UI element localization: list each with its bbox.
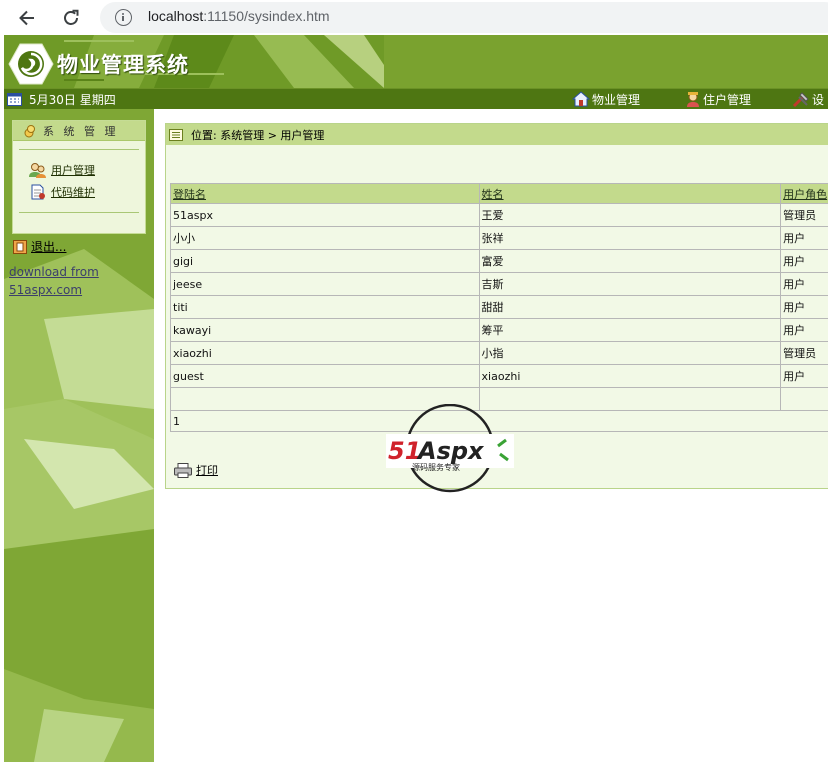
cell-role: 用户 [780,295,828,319]
table-row[interactable]: 小小 张祥 用户 [170,226,828,250]
logout-link[interactable]: 退出... [13,238,66,255]
date-display: 5月30日 星期四 [7,91,116,108]
top-nav-bar: 5月30日 星期四 物业管理 住户管理 设 [4,88,828,109]
print-link[interactable]: 打印 [174,462,218,478]
cell-name: 小指 [478,341,782,365]
calendar-icon [7,93,22,106]
cell-login: titi [170,295,480,319]
sidebar: 系 统 管 理 用户管理 代码维护 退出... download from 51… [4,109,154,762]
cell-login: guest [170,364,480,388]
cell-role: 用户 [780,226,828,250]
cell-role: 用户 [780,249,828,273]
sidebar-item-code-maintenance[interactable]: 代码维护 [13,181,145,203]
cell-login: 51aspx [170,203,480,227]
reload-button[interactable] [57,4,85,32]
panel-title: 系 统 管 理 [43,124,119,138]
info-icon[interactable] [115,9,132,26]
table-row[interactable]: titi 甜甜 用户 [170,295,828,319]
cell-role: 用户 [780,364,828,388]
table-row[interactable]: jeese 吉斯 用户 [170,272,828,296]
cell-role: 管理员 [780,203,828,227]
list-icon [169,128,183,141]
divider [19,212,139,213]
cell-name: 筹平 [478,318,782,342]
cell-name: 吉斯 [478,272,782,296]
location-text: 位置: 系统管理 > 用户管理 [191,128,325,142]
cell-login: xiaozhi [170,341,480,365]
cell-login: gigi [170,249,480,273]
coins-icon [24,124,35,137]
reload-icon [64,9,79,25]
menu-settings[interactable]: 设 [792,90,824,108]
cell-login: jeese [170,272,480,296]
cell-login: 小小 [170,226,480,250]
watermark-brand-dark: Aspx [416,437,485,465]
breadcrumb: 位置: 系统管理 > 用户管理 [166,124,828,145]
table-header-row: 登陆名 姓名 用户角色 [170,183,828,204]
watermark-tagline: 源码服务专家 [412,462,460,472]
user-table: 登陆名 姓名 用户角色 51aspx 王爱 管理员 小小 张祥 用户 gigi … [170,183,828,432]
sidebar-item-user-management[interactable]: 用户管理 [13,159,145,181]
house-icon [572,91,590,107]
table-row[interactable]: guest xiaozhi 用户 [170,364,828,388]
menu-resident-management[interactable]: 住户管理 [685,90,751,108]
download-link[interactable]: download from 51aspx.com [9,263,99,299]
cell-name: xiaozhi [478,364,782,388]
table-row[interactable]: kawayi 筹平 用户 [170,318,828,342]
cell-role: 用户 [780,272,828,296]
document-icon [31,184,45,200]
system-management-panel: 系 统 管 理 用户管理 代码维护 [12,120,146,234]
cell-login: kawayi [170,318,480,342]
column-header-login[interactable]: 登陆名 [170,183,480,204]
menu-property-management[interactable]: 物业管理 [572,90,640,108]
arrow-left-icon [19,10,34,26]
browser-toolbar: localhost:11150/sysindex.htm [0,0,828,35]
back-button[interactable] [13,4,41,32]
users-icon [29,163,46,178]
printer-icon [174,462,192,478]
cell-name: 王爱 [478,203,782,227]
tools-icon [792,92,809,107]
panel-header: 系 统 管 理 [13,121,145,141]
table-row[interactable]: 51aspx 王爱 管理员 [170,203,828,227]
app-banner: 物业管理系统 [4,35,828,88]
app-title: 物业管理系统 [57,53,189,77]
cell-role: 管理员 [780,341,828,365]
person-icon [687,92,699,107]
address-bar[interactable]: localhost:11150/sysindex.htm [100,2,828,33]
watermark-logo: 51 Aspx 源码服务专家 [386,404,514,493]
logo-icon [8,43,54,85]
cell-name: 富爱 [478,249,782,273]
date-text: 5月30日 星期四 [29,93,116,107]
column-header-name[interactable]: 姓名 [478,183,782,204]
table-row[interactable]: gigi 富爱 用户 [170,249,828,273]
column-header-role[interactable]: 用户角色 [780,183,828,204]
watermark-brand-red: 51 [388,437,421,465]
cell-role: 用户 [780,318,828,342]
table-row[interactable]: xiaozhi 小指 管理员 [170,341,828,365]
cell-name: 张祥 [478,226,782,250]
url-text[interactable]: localhost:11150/sysindex.htm [148,8,330,24]
exit-icon [13,239,27,254]
app-page: 物业管理系统 5月30日 星期四 物业管理 住户管理 设 系 统 管 理 用户管… [4,35,828,762]
cell-name: 甜甜 [478,295,782,319]
